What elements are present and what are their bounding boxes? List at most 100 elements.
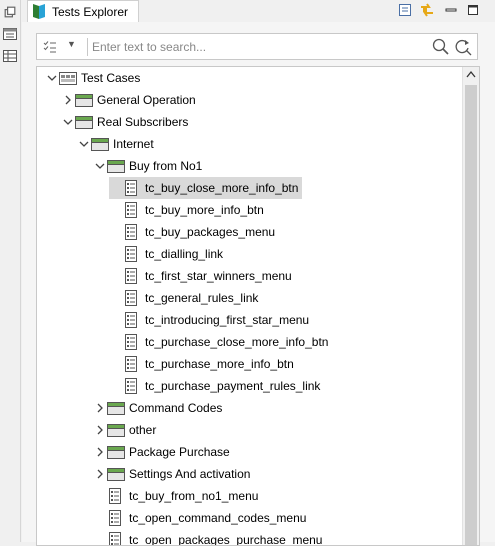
test-case-icon <box>107 488 125 504</box>
test-case-icon <box>123 224 141 240</box>
expanded-chevron-icon[interactable] <box>61 111 75 133</box>
tree-item-label: tc_buy_from_no1_menu <box>129 489 262 503</box>
restore-icon[interactable] <box>3 6 17 18</box>
left-trim-bar <box>0 0 21 542</box>
collapsed-chevron-icon[interactable] <box>93 419 107 441</box>
tree-item-testcase[interactable]: tc_purchase_payment_rules_link <box>109 375 324 397</box>
expanded-chevron-icon[interactable] <box>45 67 59 89</box>
tree-item-label: Real Subscribers <box>97 115 192 129</box>
search-bar: ▼ <box>36 33 478 60</box>
collapsed-chevron-icon[interactable] <box>93 397 107 419</box>
tree-item-testcase[interactable]: tc_general_rules_link <box>109 287 262 309</box>
expanded-chevron-icon[interactable] <box>77 133 91 155</box>
tree-item-label: other <box>129 423 160 437</box>
tree-item-folder[interactable]: Real Subscribers <box>61 111 192 133</box>
test-case-icon <box>107 532 125 546</box>
tree-item-testcase[interactable]: tc_open_command_codes_menu <box>93 507 310 529</box>
minimize-icon[interactable] <box>443 2 459 18</box>
tree-item-folder[interactable]: Command Codes <box>93 397 226 419</box>
tree-item-testcase[interactable]: tc_buy_from_no1_menu <box>93 485 262 507</box>
filter-dropdown-arrow-icon[interactable]: ▼ <box>67 39 76 49</box>
table-view-icon[interactable] <box>3 50 17 62</box>
collapsed-chevron-icon[interactable] <box>93 463 107 485</box>
test-case-icon <box>123 268 141 284</box>
collapsed-chevron-icon[interactable] <box>61 89 75 111</box>
filter-checklist-icon[interactable] <box>43 40 57 54</box>
link-with-editor-icon[interactable] <box>419 2 435 18</box>
tree-item-testcase[interactable]: tc_buy_close_more_info_btn <box>109 177 302 199</box>
tree-item-testcase[interactable]: tc_dialling_link <box>109 243 227 265</box>
twisty-spacer <box>109 331 123 353</box>
tree-item-label: tc_purchase_close_more_info_btn <box>145 335 332 349</box>
tree-item-label: tc_purchase_payment_rules_link <box>145 379 324 393</box>
maximize-icon[interactable] <box>465 2 481 18</box>
test-case-icon <box>123 290 141 306</box>
twisty-spacer <box>109 375 123 397</box>
tree-item-testcase[interactable]: tc_buy_packages_menu <box>109 221 279 243</box>
folder-icon <box>107 422 125 438</box>
test-case-icon <box>123 312 141 328</box>
test-case-icon <box>107 510 125 526</box>
collapsed-chevron-icon[interactable] <box>93 441 107 463</box>
expanded-chevron-icon[interactable] <box>93 155 107 177</box>
tree-item-testcase[interactable]: tc_buy_more_info_btn <box>109 199 268 221</box>
tests-explorer-tab[interactable]: Tests Explorer <box>27 0 139 22</box>
tests-explorer-panel: Tests Explorer ▼ <box>22 0 495 542</box>
test-case-icon <box>123 378 141 394</box>
folder-icon <box>107 444 125 460</box>
twisty-spacer <box>109 243 123 265</box>
search-icon[interactable] <box>432 38 450 56</box>
tree-item-folder[interactable]: other <box>93 419 160 441</box>
twisty-spacer <box>109 221 123 243</box>
tree-item-folder[interactable]: Package Purchase <box>93 441 234 463</box>
tree-item-label: Internet <box>113 137 158 151</box>
tree-item-label: tc_dialling_link <box>145 247 227 261</box>
twisty-spacer <box>109 353 123 375</box>
twisty-spacer <box>93 507 107 529</box>
search-input[interactable] <box>87 38 427 56</box>
twisty-spacer <box>109 177 123 199</box>
tests-view-icon[interactable] <box>3 28 17 40</box>
tree-item-testcase[interactable]: tc_open_packages_purchase_menu <box>93 529 326 546</box>
test-tree: Test Cases General Operation Real Subscrib… <box>36 66 480 546</box>
twisty-spacer <box>109 265 123 287</box>
tree-item-label: tc_open_packages_purchase_menu <box>129 533 326 546</box>
search-refresh-icon[interactable] <box>454 38 472 56</box>
twisty-spacer <box>93 529 107 546</box>
collapse-all-icon[interactable] <box>397 2 413 18</box>
folder-icon <box>91 136 109 152</box>
tree-item-testcase[interactable]: tc_purchase_more_info_btn <box>109 353 298 375</box>
twisty-spacer <box>93 485 107 507</box>
twisty-spacer <box>109 199 123 221</box>
folder-icon <box>75 92 93 108</box>
view-title: Tests Explorer <box>52 5 128 19</box>
tree-item-label: tc_introducing_first_star_menu <box>145 313 313 327</box>
tree-item-folder[interactable]: Settings And activation <box>93 463 254 485</box>
scroll-up-arrow-icon[interactable] <box>466 70 476 78</box>
folder-icon <box>107 466 125 482</box>
tree-item-folder[interactable]: General Operation <box>61 89 200 111</box>
folder-icon <box>75 114 93 130</box>
tree-item-label: tc_purchase_more_info_btn <box>145 357 298 371</box>
scroll-thumb[interactable] <box>465 85 477 546</box>
view-tab-bar: Tests Explorer <box>22 0 495 22</box>
tree-item-label: Command Codes <box>129 401 226 415</box>
tree-item-label: General Operation <box>97 93 200 107</box>
tree-item-label: Buy from No1 <box>129 159 206 173</box>
test-case-icon <box>123 180 141 196</box>
tree-item-label: tc_first_star_winners_menu <box>145 269 296 283</box>
tree-item-folder[interactable]: Internet <box>77 133 158 155</box>
tree-item-folder[interactable]: Buy from No1 <box>93 155 206 177</box>
tree-item-folder[interactable]: Test Cases <box>45 67 144 89</box>
test-case-icon <box>123 356 141 372</box>
vertical-scrollbar[interactable] <box>462 67 479 546</box>
test-case-icon <box>123 246 141 262</box>
test-case-icon <box>123 202 141 218</box>
tree-item-label: tc_buy_close_more_info_btn <box>145 181 302 195</box>
tree-item-testcase[interactable]: tc_purchase_close_more_info_btn <box>109 331 332 353</box>
tree-item-label: tc_buy_packages_menu <box>145 225 279 239</box>
tree-item-testcase[interactable]: tc_introducing_first_star_menu <box>109 309 313 331</box>
folder-icon <box>107 158 125 174</box>
tree-item-testcase[interactable]: tc_first_star_winners_menu <box>109 265 296 287</box>
tree-item-label: tc_general_rules_link <box>145 291 262 305</box>
